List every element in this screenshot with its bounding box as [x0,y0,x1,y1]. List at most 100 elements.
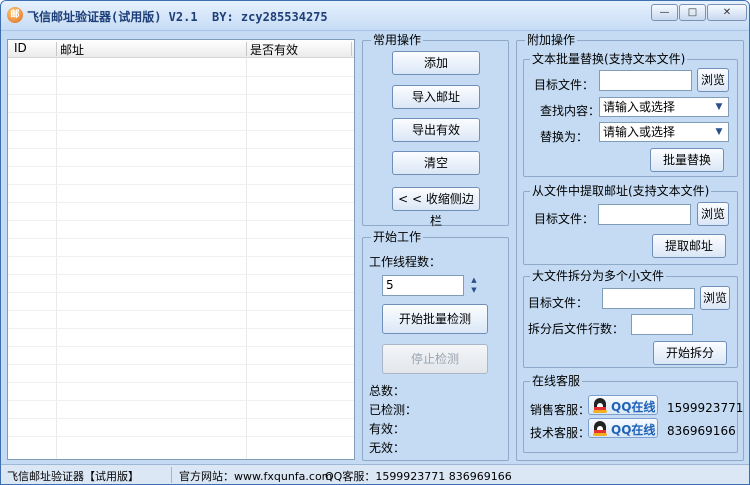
total-label: 总数： [369,384,406,398]
import-button[interactable]: 导入邮址 [392,85,480,109]
row-line [8,292,354,293]
collapse-sidebar-button[interactable]: < < 收缩侧边栏 [392,187,480,228]
start-work-title: 开始工作 [371,230,424,244]
sales-label: 销售客服： [530,403,591,417]
row-line [8,238,354,239]
find-label: 查找内容： [540,104,601,118]
extra-ops-group: 附加操作 文本批量替换(支持文本文件) 目标文件： 浏览 查找内容： 请输入或选… [516,33,744,461]
split-target-input[interactable] [602,288,695,309]
row-line [8,220,354,221]
app-window: 邮 飞信邮址验证器(试用版) V2.1 BY: zcy285534275 — □… [0,0,750,485]
threads-stepper[interactable]: ▲ ▼ [467,275,481,295]
status-qq-support: QQ客服：1599923771 836969166 [325,470,512,483]
extract-target-label: 目标文件： [534,212,595,226]
row-line [8,256,354,257]
extra-ops-title: 附加操作 [525,33,578,47]
email-list[interactable]: ID 邮址 是否有效 [7,39,355,460]
sales-qq-number: 1599923771 [667,401,744,415]
status-divider [171,467,172,483]
maximize-button[interactable]: □ [679,4,706,21]
header-divider [351,42,352,56]
column-header-email[interactable]: 邮址 [60,41,84,58]
split-group: 大文件拆分为多个小文件 目标文件： 浏览 拆分后文件行数： 开始拆分 [523,269,738,368]
sales-qq-button-label: QQ在线 [611,400,656,414]
column-divider [56,40,57,459]
split-browse-button[interactable]: 浏览 [700,286,730,310]
clear-button[interactable]: 清空 [392,151,480,175]
row-line [8,76,354,77]
invalid-label: 无效： [369,441,406,455]
replace-target-input[interactable] [599,70,692,91]
chevron-down-icon[interactable]: ▼ [712,125,726,139]
row-line [8,184,354,185]
row-line [8,274,354,275]
replace-with-select[interactable]: 请输入或选择 ▼ [599,122,729,142]
extract-emails-button[interactable]: 提取邮址 [652,234,726,258]
qq-penguin-icon [592,398,608,413]
row-line [8,364,354,365]
column-header-id[interactable]: ID [14,41,27,55]
batch-replace-button[interactable]: 批量替换 [650,148,724,172]
extract-target-input[interactable] [598,204,691,225]
chevron-up-icon[interactable]: ▲ [467,275,481,285]
qq-penguin-icon [592,421,608,436]
replace-group: 文本批量替换(支持文本文件) 目标文件： 浏览 查找内容： 请输入或选择 ▼ 替… [523,52,738,177]
row-line [8,112,354,113]
find-select[interactable]: 请输入或选择 ▼ [599,97,729,117]
start-check-button[interactable]: 开始批量检测 [382,304,488,334]
extract-group: 从文件中提取邮址(支持文本文件) 目标文件： 浏览 提取邮址 [523,184,738,265]
column-divider [246,40,247,459]
row-line [8,436,354,437]
row-line [8,310,354,311]
threads-label: 工作线程数： [369,255,442,269]
start-work-group: 开始工作 工作线程数： 5 ▲ ▼ 开始批量检测 停止检测 总数： 已检测： 有… [362,230,509,461]
tech-qq-button-label: QQ在线 [611,423,656,437]
checked-label: 已检测： [369,403,418,417]
extract-browse-button[interactable]: 浏览 [697,202,729,226]
split-target-label: 目标文件： [528,296,589,310]
chevron-down-icon[interactable]: ▼ [712,100,726,114]
row-line [8,166,354,167]
export-valid-button[interactable]: 导出有效 [392,118,480,142]
row-line [8,328,354,329]
tech-label: 技术客服： [530,426,591,440]
row-line [8,418,354,419]
column-header-valid[interactable]: 是否有效 [250,41,298,58]
start-split-button[interactable]: 开始拆分 [653,341,727,365]
split-lines-label: 拆分后文件行数： [528,322,625,336]
status-app-name: 飞信邮址验证器【试用版】 [7,470,139,483]
replace-with-select-value: 请输入或选择 [603,125,676,139]
sales-qq-button[interactable]: QQ在线 [588,395,658,415]
valid-label: 有效： [369,422,406,436]
threads-input[interactable]: 5 [382,275,464,296]
row-line [8,382,354,383]
close-button[interactable]: ✕ [707,4,747,21]
list-header: ID 邮址 是否有效 [8,40,354,58]
find-select-value: 请输入或选择 [603,100,676,114]
row-line [8,130,354,131]
header-divider [246,42,247,56]
window-title: 飞信邮址验证器(试用版) V2.1 BY: zcy285534275 [27,10,328,24]
row-line [8,148,354,149]
replace-title: 文本批量替换(支持文本文件) [530,52,688,66]
minimize-button[interactable]: — [651,4,678,21]
split-lines-input[interactable] [631,314,693,335]
status-bar: 飞信邮址验证器【试用版】 官方网站：www.fxqunfa.com QQ客服：1… [1,464,749,484]
support-group: 在线客服 销售客服： QQ在线 1599923771 技术客服： QQ在线 83… [523,374,743,453]
tech-qq-button[interactable]: QQ在线 [588,418,658,438]
extract-title: 从文件中提取邮址(支持文本文件) [530,184,712,198]
status-website[interactable]: 官方网站：www.fxqunfa.com [179,468,332,484]
tech-qq-number: 836969166 [667,424,736,438]
app-logo-icon: 邮 [7,7,23,23]
row-line [8,400,354,401]
chevron-down-icon[interactable]: ▼ [467,285,481,295]
header-divider [56,42,57,56]
title-bar: 邮 飞信邮址验证器(试用版) V2.1 BY: zcy285534275 — □… [1,1,749,31]
replace-target-label: 目标文件： [534,78,595,92]
replace-with-label: 替换为： [540,130,589,144]
add-button[interactable]: 添加 [392,51,480,75]
replace-browse-button[interactable]: 浏览 [697,68,729,92]
split-title: 大文件拆分为多个小文件 [530,269,667,283]
stop-check-button[interactable]: 停止检测 [382,344,488,374]
common-ops-group: 常用操作 添加 导入邮址 导出有效 清空 < < 收缩侧边栏 [362,33,509,228]
